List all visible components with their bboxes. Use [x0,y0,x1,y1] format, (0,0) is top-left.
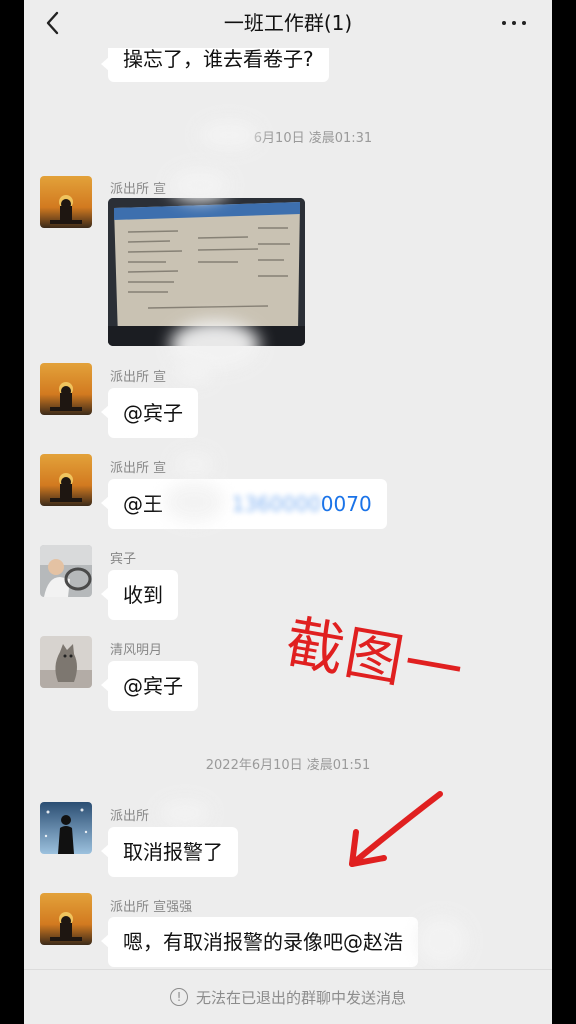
phone-number-masked[interactable]: 1360000 [232,492,321,516]
phone-number-visible[interactable]: 0070 [321,492,372,516]
sunset-avatar-icon [40,176,92,228]
mention-text: @王 [123,492,163,516]
privacy-blur [170,168,230,202]
sender-name: 宾子 [110,552,137,567]
message-bubble[interactable]: 收到 [101,570,178,620]
driver-avatar-icon [40,545,92,597]
message-text: @宾子 [123,401,183,425]
sunset-avatar-icon [40,893,92,945]
message-bubble[interactable]: @宾子 [101,661,198,711]
message-text: 嗯，有取消报警的录像吧@赵浩 [123,930,403,954]
avatar[interactable] [40,363,92,415]
avatar[interactable] [40,176,92,228]
message-text: @宾子 [123,674,183,698]
avatar[interactable] [40,893,92,945]
sender-name: 派出所 宣 [110,182,167,197]
message-bubble[interactable]: 取消报警了 [101,827,238,877]
timestamp: 6月10日 凌晨01:31 [24,127,552,146]
avatar[interactable] [40,802,92,854]
privacy-blur [174,360,214,384]
chat-title: 一班工作群(1) [223,11,353,35]
more-options-button[interactable] [494,8,534,38]
message-text: 收到 [123,583,163,607]
message-text: 操忘了，谁去看卷子? [123,47,314,71]
avatar[interactable] [40,454,92,506]
timestamp: 2022年6月10日 凌晨01:51 [24,754,552,773]
message-bubble[interactable]: 嗯，有取消报警的录像吧@赵浩 [101,917,418,967]
footer-notice: ! 无法在已退出的群聊中发送消息 [24,969,552,1024]
privacy-blur [160,800,210,826]
dot-icon [512,21,516,25]
sender-name: 清风明月 [110,643,163,658]
top-bar: 一班工作群(1) [24,0,552,48]
cat-avatar-icon [40,636,92,688]
privacy-blur [174,452,214,476]
chat-screen: 一班工作群(1) 操忘了，谁去看卷子? 6月10日 凌晨01:31 派出所 宣 [24,0,552,1024]
privacy-blur [416,916,468,966]
annotation-text: 截图一 [280,607,470,707]
message-bubble[interactable]: @王 13600000070 [101,479,387,529]
privacy-blur [164,482,224,522]
dot-icon [502,21,506,25]
sender-name: 派出所 [110,809,150,824]
sunset-avatar-icon [40,363,92,415]
message-bubble[interactable]: @宾子 [101,388,198,438]
dot-icon [522,21,526,25]
sunset-avatar-icon [40,454,92,506]
silhouette-avatar-icon [40,802,92,854]
footer-notice-text: 无法在已退出的群聊中发送消息 [195,988,406,1007]
sender-name: 派出所 宣 [110,370,167,385]
timestamp-text: 2022年6月10日 凌晨01:51 [205,758,371,773]
timestamp-text: 6月10日 凌晨01:31 [253,131,373,146]
sender-name: 派出所 宣强强 [110,900,193,915]
red-arrow-icon [349,791,443,867]
avatar[interactable] [40,636,92,688]
avatar[interactable] [40,545,92,597]
sender-name: 派出所 宣 [110,461,167,476]
message-text: 取消报警了 [123,840,223,864]
privacy-blur [199,120,259,150]
exclamation-circle-icon: ! [169,988,188,1006]
